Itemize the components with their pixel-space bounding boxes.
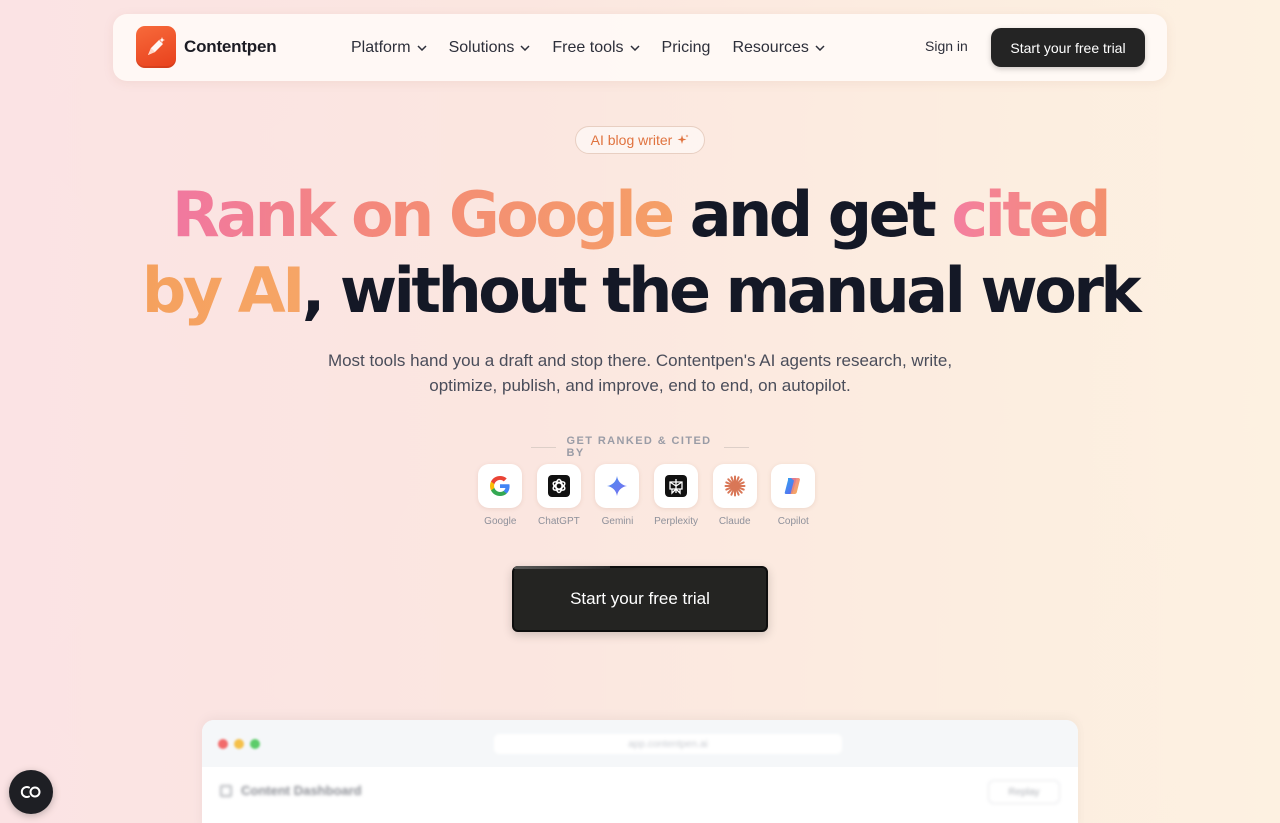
- dashboard-title: Content Dashboard: [220, 783, 362, 798]
- menu-label: Free tools: [552, 38, 624, 56]
- menu-label: Pricing: [661, 38, 711, 56]
- platform-claude: Claude: [705, 464, 764, 527]
- app-preview-window: app.contentpen.ai Content Dashboard Repl…: [202, 720, 1078, 823]
- gemini-icon: [595, 464, 640, 508]
- platform-label: Copilot: [777, 516, 809, 527]
- headline-line-2: by AI, without the manual work: [0, 254, 1280, 327]
- maximize-dot: [250, 738, 260, 749]
- headline-highlight: by AI: [141, 254, 305, 327]
- replay-button: Replay: [988, 780, 1060, 804]
- platform-google: Google: [471, 464, 530, 527]
- headline-highlight: Rank on Google: [172, 178, 675, 251]
- platform-logos: Google ChatGPT Gemini Perplexity Claude …: [471, 464, 823, 527]
- pen-sparkle-icon: [136, 26, 176, 68]
- brand-name: Contentpen: [184, 37, 277, 56]
- menu-solutions[interactable]: Solutions: [449, 39, 531, 57]
- claude-icon: [712, 464, 757, 508]
- minimize-dot: [234, 738, 244, 749]
- url-bar: app.contentpen.ai: [494, 734, 842, 754]
- brand-logo[interactable]: Contentpen: [136, 26, 277, 68]
- close-dot: [218, 738, 228, 749]
- menu-label: Platform: [351, 38, 411, 56]
- dashboard-icon: [220, 784, 232, 797]
- platform-label: Perplexity: [654, 516, 699, 527]
- chatgpt-icon: [536, 464, 581, 508]
- hero-free-trial-button[interactable]: Start your free trial: [512, 566, 768, 632]
- sparkle-icon: [677, 134, 689, 146]
- chevron-down-icon: [417, 44, 427, 51]
- main-menu: Platform Solutions Free tools Pricing Re…: [351, 14, 847, 81]
- platform-gemini: Gemini: [588, 464, 647, 527]
- perplexity-icon: [654, 464, 699, 508]
- ranked-by-label: GET RANKED & CITED BY: [520, 435, 760, 459]
- headline-text: , without the manual work: [301, 254, 1142, 327]
- chevron-down-icon: [520, 44, 530, 51]
- platform-chatgpt: ChatGPT: [530, 464, 589, 527]
- subhead-line: optimize, publish, and improve, end to e…: [429, 376, 851, 395]
- sign-in-link[interactable]: Sign in: [925, 38, 968, 54]
- headline-line-1: Rank on Google and get cited: [0, 178, 1280, 251]
- menu-platform[interactable]: Platform: [351, 39, 427, 57]
- platform-label: Gemini: [601, 516, 634, 527]
- dashboard-title-text: Content Dashboard: [241, 783, 362, 798]
- ranked-by-text: GET RANKED & CITED BY: [566, 435, 712, 459]
- ai-blog-writer-badge: AI blog writer: [575, 126, 705, 154]
- badge-label: AI blog writer: [590, 132, 673, 148]
- google-icon: [478, 464, 523, 508]
- window-titlebar: app.contentpen.ai: [202, 720, 1078, 767]
- chevron-down-icon: [630, 44, 640, 51]
- top-navbar: Contentpen Platform Solutions Free tools…: [113, 14, 1167, 81]
- menu-resources[interactable]: Resources: [732, 38, 825, 57]
- platform-label: ChatGPT: [538, 516, 580, 527]
- headline-text: and get: [689, 178, 937, 251]
- copilot-icon: [771, 464, 816, 508]
- divider: [724, 446, 749, 448]
- menu-label: Solutions: [448, 38, 515, 56]
- platform-label: Google: [484, 516, 517, 527]
- divider: [531, 446, 556, 448]
- menu-pricing[interactable]: Pricing: [662, 39, 711, 57]
- chevron-down-icon: [815, 44, 825, 51]
- platform-perplexity: Perplexity: [647, 464, 706, 527]
- nav-free-trial-button[interactable]: Start your free trial: [991, 28, 1145, 67]
- headline-highlight: cited: [951, 178, 1111, 251]
- platform-copilot: Copilot: [764, 464, 823, 527]
- menu-label: Resources: [732, 38, 809, 56]
- subhead-line: Most tools hand you a draft and stop the…: [327, 351, 953, 370]
- menu-free-tools[interactable]: Free tools: [552, 38, 640, 57]
- platform-label: Claude: [718, 516, 751, 527]
- accessibility-widget-icon[interactable]: [9, 770, 53, 814]
- preview-body: Content Dashboard Replay: [202, 767, 1078, 823]
- hero-subheading: Most tools hand you a draft and stop the…: [290, 348, 990, 398]
